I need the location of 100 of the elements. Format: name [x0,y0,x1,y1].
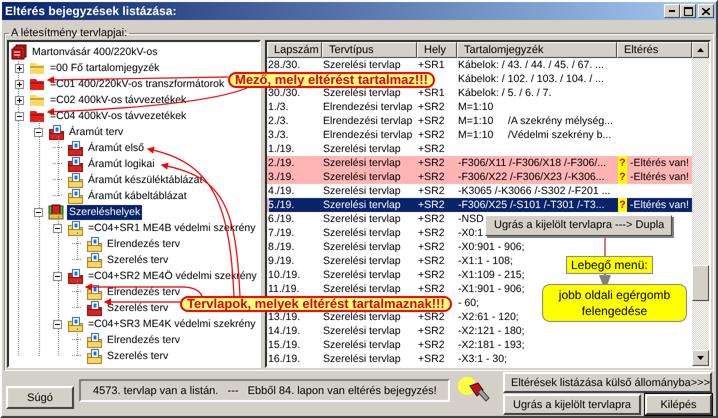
column-header[interactable]: Tartalomjegyzék [457,42,617,58]
table-cell: Szerelési tervlap [322,240,401,254]
table-cell: +SR2 [417,310,445,324]
scroll-down-button[interactable] [692,350,709,366]
table-cell: 3./19. [267,170,294,184]
tree-item[interactable]: =C02 400kV-os távvezetékek [48,92,188,108]
tree-item[interactable]: Áramút első [86,140,146,156]
context-menu[interactable]: Ugrás a kijelölt tervlapra ---> Dupla [485,215,672,236]
table-cell: Kábelok: / 5. / 6. / 7. [457,86,552,100]
table-cell: -NSD [457,212,484,226]
tree-item[interactable]: Elrendezés terv [105,236,182,252]
scroll-up-button[interactable] [692,42,709,58]
collapse-toggle[interactable] [53,320,62,328]
callout-tooltip: Tervlapok, melyek eltérést tartalmaznak!!! [180,296,452,312]
jump-button[interactable]: Ugrás a kijelölt tervlapra [503,394,641,415]
window-title: Eltérés bejegyzések listázása: [5,4,178,18]
tree-item[interactable]: Elrendezés terv [105,284,182,300]
table-row[interactable]: 3./19. Szerelési tervlap +SR2 -F306/X22 /-F306/X23 /-K306... ? -Eltérés van! [267,170,692,184]
collapse-toggle[interactable] [53,272,62,280]
tree-item[interactable]: Martonvásár 400/220kV-os [30,44,160,60]
table-cell: Elrendezési tervlap [322,100,412,114]
column-header[interactable]: Eltérés [617,42,692,58]
tree-item[interactable]: Elrendezés terv [105,332,182,348]
exit-button[interactable]: Kilépés [645,394,712,415]
tree-item[interactable]: Szerelés terv [105,348,170,364]
table-cell: 10./19. [267,268,300,282]
callout-tooltip: Mező, mely eltérést tartalmaz!!! [228,72,435,88]
collapse-toggle[interactable] [34,208,43,216]
column-header[interactable]: Tervtípus [322,42,417,58]
table-cell: M=1:10 /Védelmi szekrény b... [457,128,612,142]
table-cell: +SR2 [417,114,445,128]
table-cell: 9./19. [267,254,294,268]
table-cell: Szerelési tervlap [322,198,401,212]
up-triangle-icon [697,48,704,52]
down-triangle-icon [697,356,704,360]
tree-item[interactable]: =C01 400/220kV-os transzformátorok [48,76,226,92]
close-icon [702,8,710,14]
table-cell: Szerelési tervlap [322,268,401,282]
hint-tooltip: jobb oldali egérgomb felengedése [542,284,687,322]
table-cell: +SR2 [417,324,445,338]
tree-item[interactable]: Áramút logikai [86,156,157,172]
collapse-toggle[interactable] [34,128,43,136]
table-cell: Szerelési tervlap [322,324,401,338]
column-header[interactable]: Hely [417,42,457,58]
table-cell: -X1:901 - 906; [457,282,525,296]
collapse-toggle[interactable] [15,112,24,120]
table-cell: -F306/X22 /-F306/X23 /-K306... [457,170,604,184]
table-cell: +SR2 [417,198,445,212]
help-button[interactable]: Súgó [6,386,74,409]
tree-item[interactable]: Áramút készüléktáblázat [86,172,204,188]
table-row[interactable]: 2./19. Szerelési tervlap +SR2 -F306/X11 /-F306/X18 /-F306/... ? -Eltérés van! [267,156,692,170]
tree-item[interactable]: =00 Fő tartalomjegyzék [48,60,162,76]
table-cell: +SR2 [417,282,445,296]
tree-item[interactable]: Szerelés terv [105,252,170,268]
scrollbar-thumb[interactable] [692,265,709,301]
table-cell: Elrendezési tervlap [322,128,412,142]
table-cell: -Eltérés van! [629,198,689,212]
table-cell: 1./19. [267,142,294,156]
export-button[interactable]: Eltérések listázása külső állományba>>> [503,372,712,393]
table-cell: -X2:121 - 180; [457,324,525,338]
table-cell: Szerelési tervlap [322,184,401,198]
close-button[interactable] [698,4,714,18]
expand-toggle[interactable] [15,96,24,104]
minimize-button[interactable] [664,4,680,18]
table-cell: +SR2 [417,170,445,184]
table-cell: +SR2 [417,184,445,198]
table-cell: -F306/X11 /-F306/X18 /-F306/... [457,156,606,170]
table-cell: 2./3. [267,114,288,128]
expand-toggle[interactable] [15,80,24,88]
table-cell: M=1:10 [457,100,494,114]
table-cell: -X1:1 - 108; [457,254,513,268]
column-header[interactable]: Lapszám [267,42,322,58]
table-cell: - 60; [457,296,480,310]
table-cell: -X2:61 - 120; [457,310,519,324]
tree-item[interactable]: Áramút terv [67,124,126,140]
table-cell: 7./19. [267,226,294,240]
table-cell: Szerelési tervlap [322,282,401,296]
maximize-button[interactable] [680,4,696,18]
collapse-toggle[interactable] [53,224,62,232]
table-cell: -X3:1 - 30; [457,352,508,366]
table-cell: +SR2 [417,142,445,156]
warning-mark: ? [618,170,627,184]
table-cell: +SR2 [417,352,445,366]
tree-item[interactable]: Szerelés terv [105,300,170,316]
table-cell: +SR2 [417,268,445,282]
tree-item[interactable]: Szereléshelyek [67,204,142,220]
warning-mark: ? [618,198,627,212]
hint-tooltip: Lebegő menü: [566,256,653,274]
table-cell: 2./19. [267,156,294,170]
tree-item[interactable]: Áramút kábeltáblázat [86,188,189,204]
table-cell: Szerelési tervlap [322,352,401,366]
expand-toggle[interactable] [15,64,24,72]
tree-item[interactable]: =C04+SR3 ME4K védelmi szekrény [86,316,258,332]
table-cell: Szerelési tervlap [322,254,401,268]
table-cell: 16./19. [267,352,300,366]
table-cell: Szerelési tervlap [322,156,401,170]
table-cell: +SR2 [417,156,445,170]
table-cell: Elrendezési tervlap [322,114,412,128]
tree-item[interactable]: =C04 400kV-os távvezetékek [48,108,188,124]
minimize-icon [669,10,675,12]
